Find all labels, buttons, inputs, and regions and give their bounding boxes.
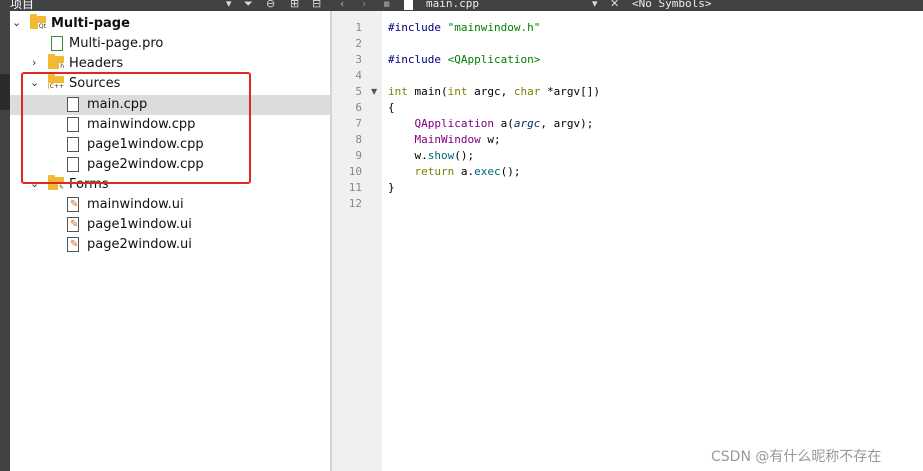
line-number: 4 (355, 69, 362, 82)
link-icon[interactable]: ⊖ (266, 0, 275, 10)
line-number: 2 (355, 37, 362, 50)
form-file-label: mainwindow.ui (87, 197, 184, 212)
line-number: 8 (355, 133, 362, 146)
chevron-down-icon[interactable]: ⌄ (30, 177, 39, 190)
tree-item-source-file[interactable]: main.cpp (10, 95, 330, 115)
project-tree: ⌄ Qt Multi-page Multi-page.pro › h Heade… (10, 11, 330, 471)
tree-item-source-file[interactable]: page1window.cpp (10, 135, 330, 155)
sources-label: Sources (69, 76, 121, 91)
chevron-down-icon[interactable]: ⌄ (30, 76, 39, 89)
cpp-file-icon (67, 117, 79, 132)
code-line: } (388, 181, 395, 194)
code-line: MainWindow w; (414, 133, 501, 146)
project-folder-icon: Qt (30, 14, 47, 30)
tree-item-form-file[interactable]: ✎ page2window.ui (10, 235, 330, 255)
tree-item-form-file[interactable]: ✎ page1window.ui (10, 215, 330, 235)
tree-item-sources[interactable]: ⌄ C++ Sources (10, 74, 330, 94)
tree-item-project[interactable]: ⌄ Qt Multi-page (10, 14, 330, 34)
tree-item-form-file[interactable]: ✎ mainwindow.ui (10, 195, 330, 215)
forms-folder-icon: ✎ (48, 175, 65, 191)
form-file-label: page1window.ui (87, 217, 192, 232)
file-dropdown-icon[interactable]: ▾ (592, 0, 598, 10)
source-file-label: main.cpp (87, 97, 148, 112)
line-number: 12 (348, 197, 362, 210)
ui-file-icon: ✎ (67, 237, 79, 252)
ui-file-icon: ✎ (67, 217, 79, 232)
code-line: int main(int argc, char *argv[]) (388, 85, 600, 98)
headers-folder-icon: h (48, 54, 65, 70)
document-icon (404, 0, 413, 10)
code-line: { (388, 101, 395, 114)
split-icon[interactable]: ⊞ (290, 0, 299, 10)
line-number: 3 (355, 53, 362, 66)
line-number: 11 (348, 181, 362, 194)
code-line: #include "mainwindow.h" (388, 21, 541, 34)
code-line: return a.exec(); (414, 165, 521, 178)
close-panel-icon[interactable]: ⊟ (312, 0, 321, 10)
line-number: 10 (348, 165, 362, 178)
mode-sidebar (0, 11, 10, 471)
tree-item-pro-file[interactable]: Multi-page.pro (10, 34, 330, 54)
filter-icon[interactable]: ⏷ (244, 0, 253, 10)
forward-icon[interactable]: › (362, 0, 366, 10)
line-number: 5 (355, 85, 362, 98)
pro-file-label: Multi-page.pro (69, 36, 164, 51)
line-number-gutter: 1 2 3 4 5 ▼ 6 7 8 9 10 11 12 (332, 11, 382, 471)
project-label: Multi-page (51, 16, 130, 31)
forms-label: Forms (69, 177, 109, 192)
line-number: 1 (355, 21, 362, 34)
form-file-label: page2window.ui (87, 237, 192, 252)
cpp-file-icon (67, 137, 79, 152)
top-toolbar: 项目 ▾ ⏷ ⊖ ⊞ ⊟ ‹ › ▪ main.cpp ▾ ✕ <No Symb… (0, 0, 923, 11)
lock-icon: ▪ (383, 0, 391, 10)
source-file-label: page2window.cpp (87, 157, 204, 172)
source-file-label: page1window.cpp (87, 137, 204, 152)
source-file-label: mainwindow.cpp (87, 117, 196, 132)
tree-item-source-file[interactable]: mainwindow.cpp (10, 115, 330, 135)
dropdown-icon[interactable]: ▾ (226, 0, 232, 10)
line-number: 9 (355, 149, 362, 162)
tree-item-source-file[interactable]: page2window.cpp (10, 155, 330, 175)
tree-item-headers[interactable]: › h Headers (10, 54, 330, 74)
mode-indicator[interactable] (0, 74, 10, 110)
watermark: CSDN @有什么昵称不存在 (711, 449, 882, 465)
line-number: 7 (355, 117, 362, 130)
chevron-down-icon[interactable]: ⌄ (12, 16, 21, 29)
pro-file-icon (51, 36, 63, 51)
symbols-dropdown[interactable]: <No Symbols> (632, 0, 711, 10)
headers-label: Headers (69, 56, 124, 71)
code-editor[interactable]: #include "mainwindow.h" #include <QAppli… (383, 11, 923, 471)
open-file-name[interactable]: main.cpp (426, 0, 479, 10)
cpp-file-icon (67, 157, 79, 172)
code-line: #include <QApplication> (388, 53, 541, 66)
code-line: w.show(); (388, 149, 475, 162)
fold-arrow-icon[interactable]: ▼ (371, 87, 377, 96)
code-line: QApplication a(argc, argv); (414, 117, 594, 130)
cpp-file-icon (67, 97, 79, 112)
tree-item-forms[interactable]: ⌄ ✎ Forms (10, 175, 330, 195)
chevron-right-icon[interactable]: › (32, 56, 36, 69)
back-icon[interactable]: ‹ (340, 0, 344, 10)
line-number: 6 (355, 101, 362, 114)
close-file-icon[interactable]: ✕ (610, 0, 619, 10)
sources-folder-icon: C++ (48, 74, 65, 90)
ui-file-icon: ✎ (67, 197, 79, 212)
